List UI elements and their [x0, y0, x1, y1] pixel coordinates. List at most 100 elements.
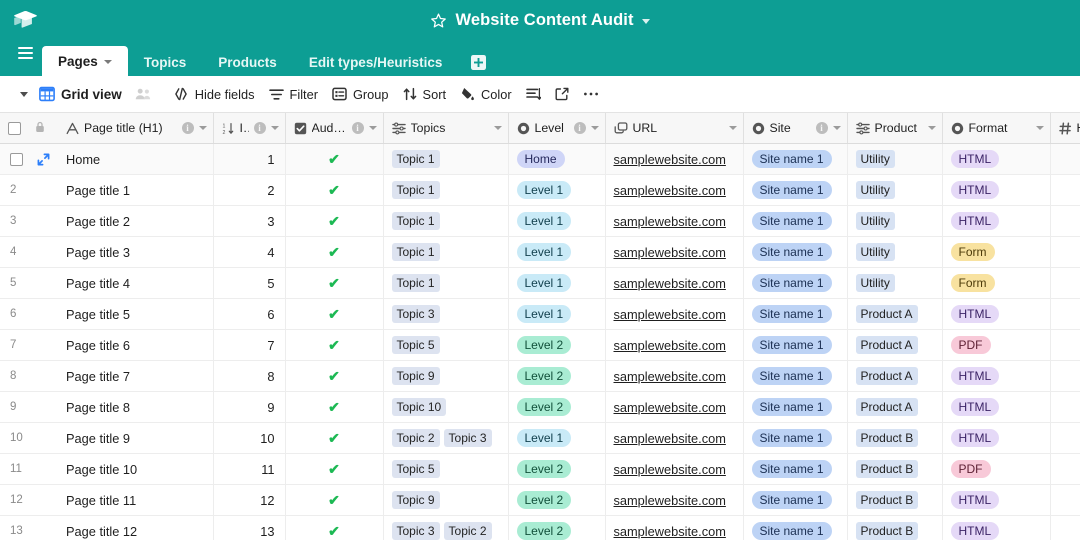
product-tag[interactable]: Product B: [855, 522, 919, 540]
cell-topics[interactable]: Topic 9: [383, 360, 509, 392]
cell-url[interactable]: samplewebsite.com: [605, 484, 744, 516]
cell-topics[interactable]: Topic 3 Topic 2: [383, 515, 509, 540]
audit-checkmark-icon[interactable]: ✔: [286, 175, 383, 205]
cell-product[interactable]: Product B: [847, 515, 943, 540]
cell-page-title[interactable]: Page title 7: [58, 360, 214, 392]
row-header-cell[interactable]: 13: [0, 515, 58, 540]
chevron-down-icon[interactable]: [103, 60, 112, 64]
product-tag[interactable]: Product A: [855, 305, 918, 323]
level-pill[interactable]: Level 1: [516, 274, 572, 292]
topic-tag[interactable]: Topic 3: [391, 305, 440, 323]
cell-url[interactable]: samplewebsite.com: [605, 453, 744, 485]
cell-url[interactable]: samplewebsite.com: [605, 205, 744, 237]
topic-tag[interactable]: Topic 1: [391, 181, 440, 199]
cell-site[interactable]: Site name 1: [743, 484, 848, 516]
row-header-cell[interactable]: 6: [0, 298, 58, 330]
topic-tag[interactable]: Topic 10: [391, 398, 447, 416]
row-header-cell[interactable]: 4: [0, 236, 58, 268]
cell-topics[interactable]: Topic 1: [383, 143, 509, 175]
cell-topics[interactable]: Topic 1: [383, 205, 509, 237]
cell-format[interactable]: HTML: [942, 360, 1051, 392]
table-row[interactable]: 13 Page title 12 13 ✔ Topic 3 Topic 2 Level 2s…: [0, 515, 1080, 540]
audit-checkmark-icon[interactable]: ✔: [286, 485, 383, 515]
cell-format[interactable]: HTML: [942, 205, 1051, 237]
url-link[interactable]: samplewebsite.com: [614, 307, 726, 322]
cell-id[interactable]: 7: [213, 329, 286, 361]
topic-tag[interactable]: Topic 1: [391, 243, 440, 261]
cell-product[interactable]: Product A: [847, 360, 943, 392]
cell-page-title[interactable]: Home: [58, 143, 214, 175]
cell-page-title[interactable]: Page title 10: [58, 453, 214, 485]
cell-page-title[interactable]: Page title 3: [58, 236, 214, 268]
column-header-level[interactable]: Level i: [508, 113, 606, 144]
product-tag[interactable]: Product B: [855, 460, 919, 478]
cell-product[interactable]: Utility: [847, 236, 943, 268]
format-pill[interactable]: HTML: [950, 212, 1000, 230]
table-row[interactable]: 9 Page title 8 9 ✔ Topic 10 Level 2 samplewebs…: [0, 391, 1080, 423]
url-link[interactable]: samplewebsite.com: [614, 276, 726, 291]
topic-tag[interactable]: Topic 9: [391, 367, 440, 385]
url-link[interactable]: samplewebsite.com: [614, 431, 726, 446]
table-row[interactable]: 7 Page title 6 7 ✔ Topic 5 Level 2 samplewebsi…: [0, 329, 1080, 361]
column-header-url[interactable]: URL: [605, 113, 744, 144]
cell-audit[interactable]: ✔: [285, 484, 384, 516]
cell-h[interactable]: [1050, 391, 1080, 423]
cell-product[interactable]: Product A: [847, 391, 943, 423]
level-pill[interactable]: Level 1: [516, 243, 572, 261]
format-pill[interactable]: HTML: [950, 150, 1000, 168]
cell-format[interactable]: HTML: [942, 174, 1051, 206]
product-tag[interactable]: Product B: [855, 429, 919, 447]
column-header-format[interactable]: Format: [942, 113, 1051, 144]
site-pill[interactable]: Site name 1: [751, 274, 832, 292]
format-pill[interactable]: HTML: [950, 367, 1000, 385]
topic-tag[interactable]: Topic 1: [391, 274, 440, 292]
cell-page-title[interactable]: Page title 12: [58, 515, 214, 540]
cell-url[interactable]: samplewebsite.com: [605, 329, 744, 361]
cell-h[interactable]: [1050, 515, 1080, 540]
level-pill[interactable]: Level 1: [516, 212, 572, 230]
cell-level[interactable]: Level 2: [508, 391, 606, 423]
level-pill[interactable]: Level 2: [516, 398, 572, 416]
cell-h[interactable]: [1050, 484, 1080, 516]
cell-format[interactable]: HTML: [942, 515, 1051, 540]
product-tag[interactable]: Utility: [855, 181, 895, 199]
cell-level[interactable]: Level 2: [508, 360, 606, 392]
group-button[interactable]: Group: [325, 82, 396, 107]
cell-topics[interactable]: Topic 5: [383, 453, 509, 485]
row-header-cell[interactable]: 2: [0, 174, 58, 206]
cell-topics[interactable]: Topic 3: [383, 298, 509, 330]
cell-level[interactable]: Level 1: [508, 298, 606, 330]
chevron-down-icon[interactable]: [927, 126, 936, 130]
info-icon[interactable]: i: [815, 122, 828, 134]
column-header-product[interactable]: Product: [847, 113, 943, 144]
cell-url[interactable]: samplewebsite.com: [605, 174, 744, 206]
cell-topics[interactable]: Topic 9: [383, 484, 509, 516]
cell-id[interactable]: 5: [213, 267, 286, 299]
cell-audit[interactable]: ✔: [285, 267, 384, 299]
cell-id[interactable]: 8: [213, 360, 286, 392]
cell-h[interactable]: [1050, 422, 1080, 454]
chevron-down-icon[interactable]: [1035, 126, 1044, 130]
column-header-site[interactable]: Site i: [743, 113, 848, 144]
cell-level[interactable]: Level 2: [508, 515, 606, 540]
cell-audit[interactable]: ✔: [285, 174, 384, 206]
level-pill[interactable]: Level 2: [516, 522, 572, 540]
cell-level[interactable]: Level 2: [508, 484, 606, 516]
cell-id[interactable]: 2: [213, 174, 286, 206]
cell-url[interactable]: samplewebsite.com: [605, 422, 744, 454]
product-tag[interactable]: Product A: [855, 336, 918, 354]
row-header-cell[interactable]: 8: [0, 360, 58, 392]
product-tag[interactable]: Utility: [855, 150, 895, 168]
cell-h[interactable]: [1050, 298, 1080, 330]
cell-level[interactable]: Level 1: [508, 236, 606, 268]
row-header-cell[interactable]: 12: [0, 484, 58, 516]
cell-level[interactable]: Level 1: [508, 422, 606, 454]
hide-fields-button[interactable]: Hide fields: [166, 82, 262, 107]
sidebar-collapse-chevron-down-icon[interactable]: [20, 91, 28, 97]
airtable-cube-logo[interactable]: [12, 7, 38, 33]
cell-site[interactable]: Site name 1: [743, 205, 848, 237]
cell-page-title[interactable]: Page title 4: [58, 267, 214, 299]
cell-audit[interactable]: ✔: [285, 205, 384, 237]
tab-edit-types-heuristics[interactable]: Edit types/Heuristics: [293, 48, 459, 76]
url-link[interactable]: samplewebsite.com: [614, 493, 726, 508]
